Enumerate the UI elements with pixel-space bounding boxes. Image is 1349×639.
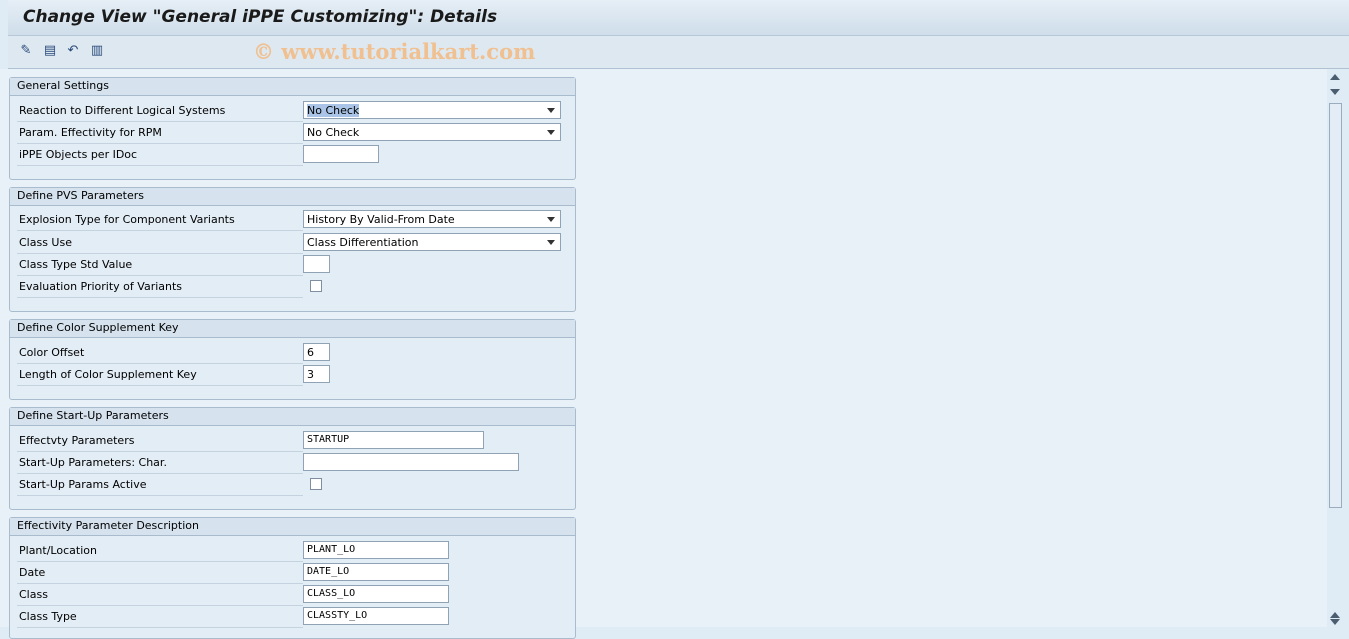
- group-box: General Settings Reaction to Different Lo…: [9, 77, 576, 180]
- field-label: Class: [19, 588, 48, 601]
- field-row: Start-Up Parameters: Char.: [17, 452, 303, 474]
- scroll-down-icon[interactable]: [1330, 89, 1340, 100]
- group-box: Effectivity Parameter Description Plant/L…: [9, 517, 576, 639]
- field-value: 6: [307, 346, 314, 359]
- field-row: Explosion Type for Component Variants: [17, 209, 303, 231]
- checkbox[interactable]: [310, 280, 322, 292]
- field-label: Explosion Type for Component Variants: [19, 213, 235, 226]
- watermark: © www.tutorialkart.com: [253, 39, 536, 64]
- field-value: History By Valid-From Date: [307, 213, 455, 226]
- scrollbar-thumb[interactable]: [1329, 103, 1342, 508]
- group-title: Define Start-Up Parameters: [10, 408, 575, 426]
- checkbox[interactable]: [310, 478, 322, 490]
- field-label: Reaction to Different Logical Systems: [19, 104, 226, 117]
- group-box: Define Color Supplement Key Color Offset 6…: [9, 319, 576, 400]
- field-value: DATE_LO: [307, 566, 350, 577]
- undo-icon[interactable]: ↶: [65, 43, 81, 59]
- input-field[interactable]: DATE_LO: [303, 563, 449, 581]
- field-label: Param. Effectivity for RPM: [19, 126, 162, 139]
- page-title: Change View "General iPPE Customizing": …: [23, 7, 498, 27]
- transport-icon[interactable]: ▥: [89, 43, 105, 59]
- save-icon[interactable]: ▤: [42, 43, 58, 59]
- scroll-up-icon[interactable]: [1330, 69, 1340, 80]
- field-row: Evaluation Priority of Variants: [17, 276, 303, 298]
- input-field[interactable]: [303, 255, 330, 273]
- field-label: Start-Up Params Active: [19, 478, 147, 491]
- dropdown-field[interactable]: Class Differentiation: [303, 233, 561, 251]
- field-row: Class Type Std Value: [17, 254, 303, 276]
- field-value: Class Differentiation: [307, 236, 419, 249]
- field-label: Effectvty Parameters: [19, 434, 135, 447]
- scroll-up-bottom-icon[interactable]: [1330, 607, 1340, 618]
- field-row: Length of Color Supplement Key: [17, 364, 303, 386]
- field-row: Class Use: [17, 232, 303, 254]
- input-field[interactable]: STARTUP: [303, 431, 484, 449]
- field-row: Start-Up Params Active: [17, 474, 303, 496]
- dropdown-field[interactable]: No Check: [303, 123, 561, 141]
- field-value: 3: [307, 368, 314, 381]
- group-title: Define Color Supplement Key: [10, 320, 575, 338]
- field-value: STARTUP: [307, 434, 350, 445]
- field-value: No Check: [307, 104, 360, 117]
- group-box: Define PVS Parameters Explosion Type for …: [9, 187, 576, 312]
- field-row: Effectvty Parameters: [17, 430, 303, 452]
- field-row: iPPE Objects per IDoc: [17, 144, 303, 166]
- field-value: CLASSTY_LO: [307, 610, 368, 621]
- input-field[interactable]: CLASSTY_LO: [303, 607, 449, 625]
- field-label: Class Use: [19, 236, 72, 249]
- application-toolbar: ✎ ▤ ↶ ▥ © www.tutorialkart.com: [8, 36, 1349, 69]
- field-label: Class Type Std Value: [19, 258, 133, 271]
- scroll-down-bottom-icon[interactable]: [1330, 619, 1340, 630]
- field-label: Plant/Location: [19, 544, 97, 557]
- group-title: Define PVS Parameters: [10, 188, 575, 206]
- input-field[interactable]: [303, 145, 379, 163]
- field-row: Plant/Location: [17, 540, 303, 562]
- field-label: iPPE Objects per IDoc: [19, 148, 138, 161]
- input-field[interactable]: 3: [303, 365, 330, 383]
- input-field[interactable]: PLANT_LO: [303, 541, 449, 559]
- field-label: Color Offset: [19, 346, 85, 359]
- field-value: CLASS_LO: [307, 588, 356, 599]
- field-value: No Check: [307, 126, 360, 139]
- dropdown-field[interactable]: History By Valid-From Date: [303, 210, 561, 228]
- input-field[interactable]: 6: [303, 343, 330, 361]
- field-label: Class Type: [19, 610, 77, 623]
- field-row: Class: [17, 584, 303, 606]
- detail-area: General Settings Reaction to Different Lo…: [0, 69, 1327, 639]
- field-row: Reaction to Different Logical Systems: [17, 100, 303, 122]
- field-label: Start-Up Parameters: Char.: [19, 456, 167, 469]
- input-field[interactable]: CLASS_LO: [303, 585, 449, 603]
- field-row: Color Offset: [17, 342, 303, 364]
- group-box: Define Start-Up Parameters Effectvty Para…: [9, 407, 576, 510]
- group-title: Effectivity Parameter Description: [10, 518, 575, 536]
- display-change-icon[interactable]: ✎: [18, 43, 34, 59]
- field-label: Date: [19, 566, 46, 579]
- field-row: Param. Effectivity for RPM: [17, 122, 303, 144]
- field-label: Length of Color Supplement Key: [19, 368, 197, 381]
- field-row: Class Type: [17, 606, 303, 628]
- field-row: Date: [17, 562, 303, 584]
- dropdown-field[interactable]: No Check: [303, 101, 561, 119]
- vertical-scrollbar[interactable]: [1327, 69, 1343, 627]
- field-label: Evaluation Priority of Variants: [19, 280, 183, 293]
- field-value: PLANT_LO: [307, 544, 356, 555]
- title-bar: Change View "General iPPE Customizing": …: [8, 0, 1349, 36]
- input-field[interactable]: [303, 453, 519, 471]
- group-title: General Settings: [10, 78, 575, 96]
